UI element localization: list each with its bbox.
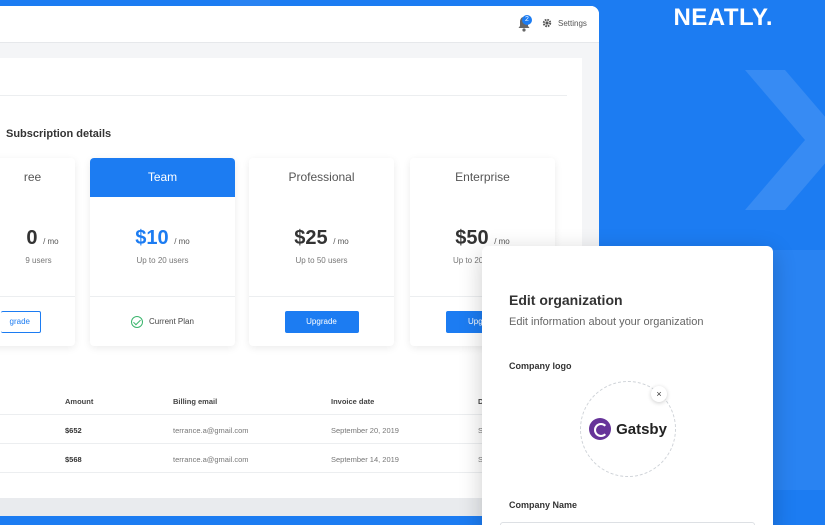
plan-users: Up to 20 users bbox=[136, 256, 189, 265]
logo-text: Gatsby bbox=[616, 420, 667, 438]
check-circle-icon bbox=[131, 315, 144, 328]
modal-title: Edit organization bbox=[509, 292, 623, 308]
plan-name: Team bbox=[90, 158, 235, 197]
notification-badge: 2 bbox=[522, 15, 532, 25]
upgrade-button[interactable]: Upgrade bbox=[284, 310, 359, 333]
column-header: Invoice date bbox=[331, 397, 375, 406]
gatsby-logo-icon bbox=[589, 418, 612, 440]
divider bbox=[0, 95, 567, 96]
plan-users: Up to 50 users bbox=[295, 256, 348, 265]
plan-footer: Upgrade bbox=[249, 296, 394, 346]
plan-footer: Current Plan bbox=[90, 296, 235, 346]
plan-footer: grade bbox=[0, 296, 75, 346]
subscription-title: Subscription details bbox=[6, 128, 112, 140]
edit-organization-modal: Edit organization Edit information about… bbox=[482, 246, 773, 525]
plan-price: $10 / mo bbox=[135, 227, 190, 249]
settings-label: Settings bbox=[558, 18, 587, 28]
chevron-decoration-icon bbox=[745, 70, 825, 210]
plan-users: 9 users bbox=[25, 256, 52, 265]
invoice-date: September 20, 2019 bbox=[331, 426, 399, 435]
company-name-label: Company Name bbox=[509, 500, 578, 510]
brand-logo: NEATLY. bbox=[673, 4, 773, 31]
plan-price: $25 / mo bbox=[294, 227, 349, 249]
upgrade-button[interactable]: Upg bbox=[446, 310, 486, 333]
top-bar: 2 Settings bbox=[0, 6, 599, 43]
modal-subtitle: Edit information about your organization bbox=[509, 316, 704, 328]
remove-logo-button[interactable]: × bbox=[651, 386, 667, 402]
plan-card-professional: Professional $25 / mo Up to 50 users Upg… bbox=[249, 158, 394, 346]
company-logo-label: Company logo bbox=[509, 361, 572, 371]
gear-icon bbox=[542, 18, 552, 28]
invoice-amount: $652 bbox=[65, 426, 82, 435]
invoice-amount: $568 bbox=[65, 455, 82, 464]
current-plan-indicator: Current Plan bbox=[131, 315, 194, 328]
plan-name: Enterprise bbox=[455, 170, 510, 184]
column-header: Billing email bbox=[173, 397, 218, 406]
settings-link[interactable]: Settings bbox=[542, 18, 587, 28]
invoice-date: September 14, 2019 bbox=[331, 455, 399, 464]
plan-name: Professional bbox=[288, 170, 355, 184]
invoice-email: terrance.a@gmail.com bbox=[173, 455, 249, 464]
plan-price: 0 / mo bbox=[26, 227, 59, 249]
upgrade-button[interactable]: grade bbox=[1, 310, 41, 333]
plan-card-free: ree 0 / mo 9 users grade bbox=[0, 158, 75, 346]
column-header: Amount bbox=[65, 397, 94, 406]
invoice-email: terrance.a@gmail.com bbox=[173, 426, 249, 435]
plan-card-team: Team $10 / mo Up to 20 users Current Pla… bbox=[90, 158, 235, 346]
plan-name: ree bbox=[23, 170, 42, 184]
